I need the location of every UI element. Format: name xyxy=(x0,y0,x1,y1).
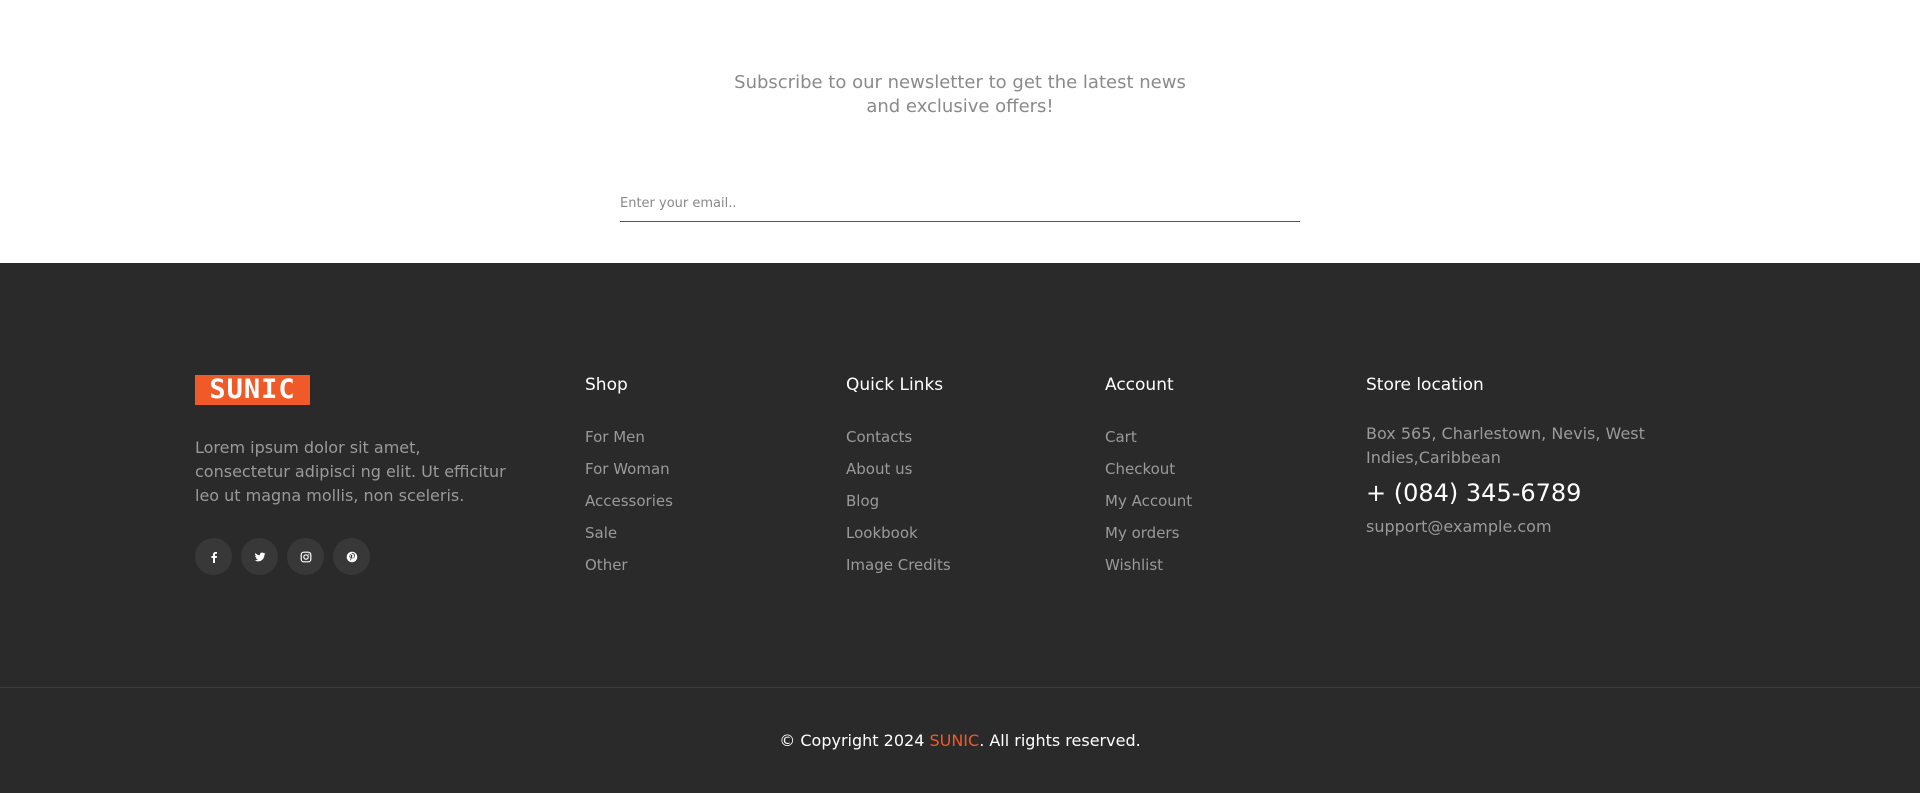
account-link-wishlist[interactable]: Wishlist xyxy=(1105,555,1192,575)
social-links xyxy=(195,538,370,575)
account-link-checkout[interactable]: Checkout xyxy=(1105,459,1192,479)
copyright-brand-link[interactable]: SUNIC xyxy=(929,731,979,750)
twitter-icon xyxy=(254,551,266,563)
quick-links: Contacts About us Blog Lookbook Image Cr… xyxy=(846,427,951,575)
account-links: Cart Checkout My Account My orders Wishl… xyxy=(1105,427,1192,575)
quick-link-lookbook[interactable]: Lookbook xyxy=(846,523,951,543)
account-column: Account Cart Checkout My Account My orde… xyxy=(1105,373,1192,587)
account-title: Account xyxy=(1105,375,1174,395)
account-link-cart[interactable]: Cart xyxy=(1105,427,1192,447)
email-field[interactable] xyxy=(620,186,1300,222)
twitter-button[interactable] xyxy=(241,538,278,575)
quick-link-image-credits[interactable]: Image Credits xyxy=(846,555,951,575)
pinterest-button[interactable] xyxy=(333,538,370,575)
store-email[interactable]: support@example.com xyxy=(1366,516,1656,538)
logo[interactable]: SUNIC xyxy=(195,375,310,405)
facebook-icon xyxy=(208,551,220,563)
copyright-suffix: . All rights reserved. xyxy=(979,731,1141,750)
pinterest-icon xyxy=(346,551,358,563)
copyright: © Copyright 2024 SUNIC. All rights reser… xyxy=(0,731,1920,751)
newsletter-line-2: and exclusive offers! xyxy=(866,96,1054,117)
quick-link-blog[interactable]: Blog xyxy=(846,491,951,511)
newsletter-line-1: Subscribe to our newsletter to get the l… xyxy=(734,72,1186,93)
store-location-column: Store location Box 565, Charlestown, Nev… xyxy=(1366,373,1656,538)
store-phone[interactable]: + (084) 345-6789 xyxy=(1366,478,1656,508)
shop-link-for-men[interactable]: For Men xyxy=(585,427,673,447)
store-location-title: Store location xyxy=(1366,375,1484,395)
account-link-my-orders[interactable]: My orders xyxy=(1105,523,1192,543)
about-text: Lorem ipsum dolor sit amet, consectetur … xyxy=(195,438,506,505)
newsletter-text: Subscribe to our newsletter to get the l… xyxy=(0,71,1920,119)
quick-links-column: Quick Links Contacts About us Blog Lookb… xyxy=(846,373,951,587)
shop-column: Shop For Men For Woman Accessories Sale … xyxy=(585,373,673,587)
shop-link-for-woman[interactable]: For Woman xyxy=(585,459,673,479)
quick-link-contacts[interactable]: Contacts xyxy=(846,427,951,447)
quick-link-about-us[interactable]: About us xyxy=(846,459,951,479)
shop-title: Shop xyxy=(585,375,628,395)
quick-links-title: Quick Links xyxy=(846,375,944,395)
shop-link-sale[interactable]: Sale xyxy=(585,523,673,543)
footer-divider xyxy=(0,687,1920,688)
copyright-prefix: © Copyright 2024 xyxy=(779,731,930,750)
shop-link-accessories[interactable]: Accessories xyxy=(585,491,673,511)
account-link-my-account[interactable]: My Account xyxy=(1105,491,1192,511)
shop-link-other[interactable]: Other xyxy=(585,555,673,575)
instagram-icon xyxy=(300,551,312,563)
store-address: Box 565, Charlestown, Nevis, West Indies… xyxy=(1366,424,1645,467)
newsletter-section: Subscribe to our newsletter to get the l… xyxy=(0,0,1920,263)
shop-links: For Men For Woman Accessories Sale Other xyxy=(585,427,673,575)
instagram-button[interactable] xyxy=(287,538,324,575)
logo-text: SUNIC xyxy=(209,374,296,405)
facebook-button[interactable] xyxy=(195,538,232,575)
